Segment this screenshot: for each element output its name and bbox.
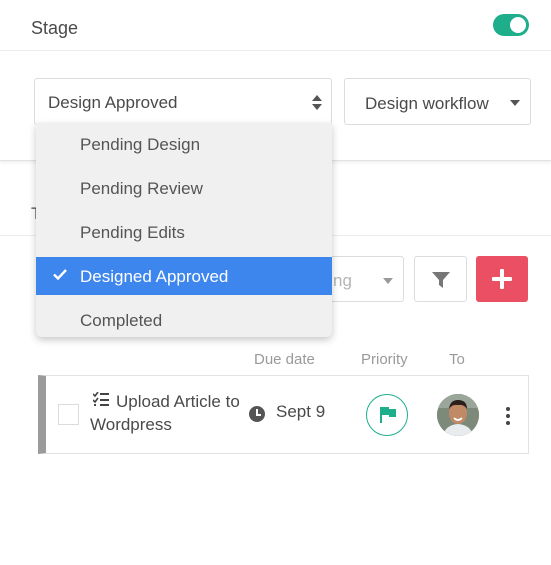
add-task-button[interactable] [476,256,528,302]
dropdown-option-label: Pending Design [80,135,201,154]
column-header-due-date: Due date [254,351,315,368]
task-row[interactable]: Upload Article to Wordpress Sept 9 [38,375,529,454]
dropdown-option-label: Designed Approved [80,267,229,286]
avatar[interactable] [437,394,479,436]
priority-button[interactable] [366,394,408,436]
stage-toggle[interactable] [493,14,529,36]
sort-select-value: ng [333,271,352,290]
dropdown-option-pending-review[interactable]: Pending Review [36,169,332,207]
dropdown-option-pending-design[interactable]: Pending Design [36,125,332,163]
dropdown-option-completed[interactable]: Completed [36,301,332,337]
flag-icon [380,407,396,423]
chevron-down-icon [510,100,520,106]
stage-select-value: Design Approved [48,93,178,112]
dropdown-option-label: Completed [80,311,163,330]
stage-header: Stage [0,0,551,51]
more-options-icon[interactable] [506,407,510,425]
column-header-priority: Priority [361,351,408,368]
clock-icon [249,406,265,422]
updown-arrows-icon [312,95,322,110]
stage-select[interactable]: Design Approved [34,78,332,125]
check-icon [53,269,67,280]
dropdown-option-label: Pending Review [80,179,203,198]
dropdown-option-pending-edits[interactable]: Pending Edits [36,213,332,251]
filter-icon [432,272,450,288]
task-checkbox[interactable] [58,404,79,425]
toggle-knob [510,17,526,33]
avatar-image [437,394,479,436]
chevron-down-icon [383,278,393,284]
task-title[interactable]: Upload Article to Wordpress [90,390,240,436]
filter-button[interactable] [414,256,467,302]
dropdown-option-designed-approved[interactable]: Designed Approved [36,257,332,295]
workflow-select[interactable]: Design workflow [344,78,531,125]
workflow-select-value: Design workflow [365,94,489,113]
dropdown-option-label: Pending Edits [80,223,185,242]
stage-dropdown-menu: Pending Design Pending Review Pending Ed… [36,123,332,337]
column-header-to: To [449,351,465,368]
stage-title: Stage [31,18,79,38]
task-due-date[interactable]: Sept 9 [276,402,325,422]
